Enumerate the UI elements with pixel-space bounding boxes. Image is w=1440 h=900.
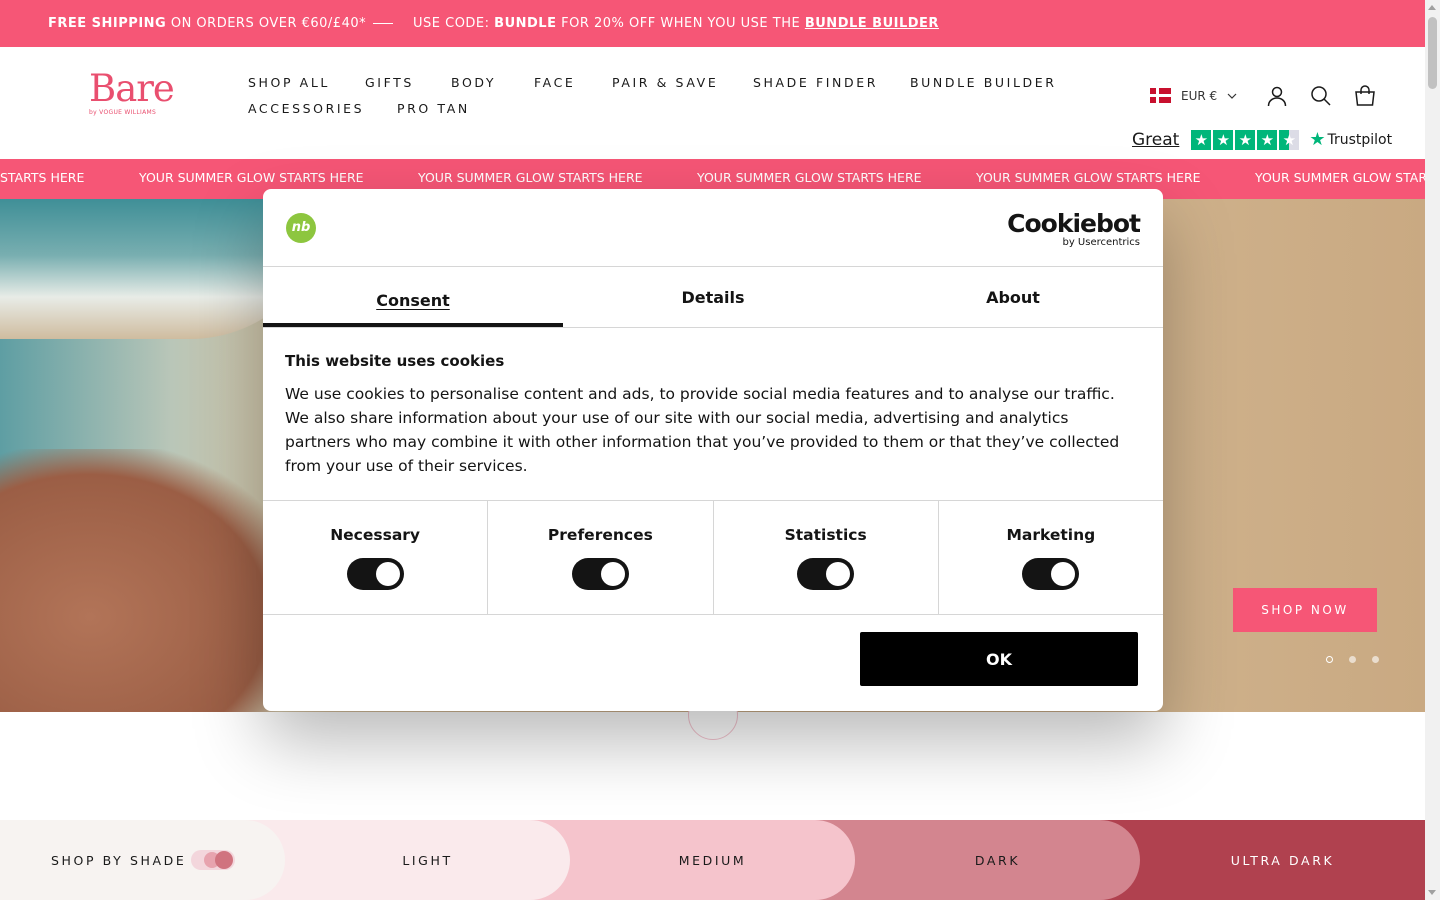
- scroll-up-arrow-icon[interactable]: [1428, 5, 1436, 10]
- marquee-item: STARTS HERE: [0, 170, 85, 185]
- cookie-dialog-body: We use cookies to personalise content an…: [285, 385, 1120, 475]
- toggle-label: Marketing: [1006, 526, 1096, 544]
- site-brand-logo: nb: [286, 213, 316, 243]
- cookie-dialog-title: This website uses cookies: [285, 352, 505, 370]
- marquee-item: YOUR SUMMER GLOW STARTS HERE: [418, 170, 643, 185]
- slide-dot-3[interactable]: [1372, 656, 1379, 663]
- statistics-toggle[interactable]: [797, 558, 855, 590]
- shipping-rest: ON ORDERS OVER €60/£40*: [170, 16, 367, 31]
- nav-shop-all[interactable]: SHOP ALL: [248, 75, 330, 90]
- cookiebot-wordmark: Cookiebot: [1007, 209, 1141, 238]
- nav-shade-finder[interactable]: SHADE FINDER: [753, 75, 878, 90]
- cookie-tabs: Consent Details About: [263, 267, 1163, 328]
- slide-dots: [1326, 656, 1379, 663]
- shade-label: MEDIUM: [678, 852, 747, 868]
- search-icon[interactable]: [1310, 85, 1332, 107]
- hero-model-image: [0, 449, 300, 712]
- announcement-bar: FREE SHIPPING ON ORDERS OVER €60/£40* US…: [0, 0, 1425, 47]
- scrollbar-thumb[interactable]: [1428, 17, 1437, 89]
- trustpilot-star-icon: ★: [1309, 129, 1326, 150]
- shade-label: DARK: [974, 852, 1021, 868]
- necessary-toggle[interactable]: [346, 558, 404, 590]
- logo-subtitle: by VOGUE WILLIAMS: [89, 109, 157, 116]
- toggle-group-statistics: Statistics: [714, 501, 939, 614]
- shade-label: ULTRA DARK: [1230, 852, 1335, 868]
- trustpilot-stars: ★ ★ ★ ★ ★: [1191, 129, 1300, 150]
- promo-prefix: USE CODE:: [413, 16, 490, 31]
- ok-button[interactable]: OK: [860, 632, 1138, 686]
- scroll-down-arrow-icon[interactable]: [1428, 890, 1436, 895]
- slide-dot-1[interactable]: [1326, 656, 1333, 663]
- active-tab-indicator: [263, 323, 563, 327]
- site-logo[interactable]: Bare by VOGUE WILLIAMS: [89, 67, 175, 116]
- promo-rest: FOR 20% OFF WHEN YOU USE THE: [561, 16, 801, 31]
- shipping-message: FREE SHIPPING ON ORDERS OVER €60/£40*: [48, 16, 366, 31]
- shipping-bold: FREE SHIPPING: [48, 16, 167, 31]
- cart-icon[interactable]: [1354, 85, 1376, 107]
- trustpilot-logo: ★ Trustpilot: [1309, 129, 1392, 150]
- nav-pro-tan[interactable]: PRO TAN: [397, 101, 470, 116]
- promo-code: BUNDLE: [494, 16, 557, 31]
- cookiebot-byline: by Usercentrics: [1062, 237, 1140, 248]
- cookiebot-logo: Cookiebot by Usercentrics: [1007, 209, 1141, 248]
- star-icon: ★: [1257, 129, 1278, 150]
- logo-wordmark: Bare: [89, 67, 175, 110]
- chevron-down-icon: [1227, 93, 1237, 99]
- currency-label: EUR €: [1181, 88, 1218, 103]
- shade-ultra-dark[interactable]: ULTRA DARK: [1140, 820, 1425, 900]
- marketing-toggle[interactable]: [1022, 558, 1080, 590]
- nav-face[interactable]: FACE: [534, 75, 575, 90]
- slide-dot-2[interactable]: [1349, 656, 1356, 663]
- trustpilot-widget[interactable]: Great ★ ★ ★ ★ ★ ★ Trustpilot: [1132, 129, 1392, 150]
- nav-body[interactable]: BODY: [451, 75, 496, 90]
- currency-selector[interactable]: EUR €: [1150, 88, 1237, 103]
- nav-accessories[interactable]: ACCESSORIES: [248, 101, 364, 116]
- toggle-group-necessary: Necessary: [263, 501, 489, 614]
- star-icon: ★: [1191, 129, 1212, 150]
- trustpilot-rating-word: Great: [1132, 129, 1180, 150]
- page-scrollbar[interactable]: [1425, 0, 1440, 900]
- tab-details[interactable]: Details: [563, 267, 863, 327]
- cookie-consent-dialog: nb Cookiebot by Usercentrics Consent Det…: [263, 189, 1163, 711]
- bundle-builder-link[interactable]: BUNDLE BUILDER: [805, 16, 939, 31]
- toggle-group-preferences: Preferences: [488, 501, 714, 614]
- toggle-label: Statistics: [784, 526, 867, 544]
- shop-by-shade-label-pill: SHOP BY SHADE: [0, 820, 285, 900]
- half-star-icon: ★: [1279, 129, 1300, 150]
- shop-by-shade-bar: ULTRA DARK DARK MEDIUM LIGHT SHOP BY SHA…: [0, 820, 1425, 900]
- promo-message: USE CODE: BUNDLE FOR 20% OFF WHEN YOU US…: [413, 16, 939, 31]
- shop-now-button[interactable]: SHOP NOW: [1233, 588, 1377, 632]
- tab-about[interactable]: About: [863, 267, 1163, 327]
- toggle-group-marketing: Marketing: [939, 501, 1163, 614]
- denmark-flag-icon: [1150, 88, 1171, 103]
- nav-gifts[interactable]: GIFTS: [365, 75, 414, 90]
- toggle-label: Preferences: [547, 526, 653, 544]
- shade-swatch-icon: [191, 850, 235, 870]
- marquee-item: YOUR SUMMER GLOW STARTS HERE: [1255, 170, 1425, 185]
- marquee-item: YOUR SUMMER GLOW STARTS HERE: [139, 170, 364, 185]
- nav-pair-save[interactable]: PAIR & SAVE: [612, 75, 718, 90]
- toggle-label: Necessary: [330, 526, 421, 544]
- marquee-item: YOUR SUMMER GLOW STARTS HERE: [976, 170, 1201, 185]
- site-header: Bare by VOGUE WILLIAMS SHOP ALL GIFTS BO…: [0, 47, 1425, 159]
- trustpilot-brand: Trustpilot: [1327, 131, 1393, 148]
- tab-consent[interactable]: Consent: [263, 267, 563, 327]
- star-icon: ★: [1235, 129, 1256, 150]
- star-icon: ★: [1213, 129, 1234, 150]
- cookie-category-toggles: Necessary Preferences Statistics Marketi…: [263, 500, 1163, 615]
- preferences-toggle[interactable]: [571, 558, 629, 590]
- announcement-divider: [373, 23, 393, 24]
- account-icon[interactable]: [1266, 85, 1288, 107]
- shop-by-shade-label: SHOP BY SHADE: [51, 852, 187, 868]
- nav-bundle-builder[interactable]: BUNDLE BUILDER: [910, 75, 1057, 90]
- shade-label: LIGHT: [402, 852, 453, 868]
- cookie-dialog-header: nb Cookiebot by Usercentrics: [263, 189, 1163, 267]
- marquee-item: YOUR SUMMER GLOW STARTS HERE: [697, 170, 922, 185]
